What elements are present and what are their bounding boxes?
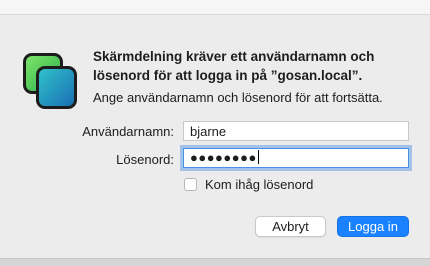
remember-password-checkbox[interactable]	[184, 178, 197, 191]
sheet-top-edge	[0, 0, 430, 15]
password-field[interactable]: ●●●●●●●●	[183, 148, 409, 168]
cancel-button[interactable]: Avbryt	[255, 216, 326, 237]
text-caret	[257, 150, 259, 164]
username-label: Användarnamn:	[82, 124, 174, 139]
screen-sharing-icon	[23, 53, 77, 109]
username-field[interactable]	[183, 121, 409, 141]
password-label: Lösenord:	[116, 152, 174, 167]
dialog-subtitle: Ange användarnamn och lösenord för att f…	[93, 90, 383, 105]
remember-password-label[interactable]: Kom ihåg lösenord	[205, 177, 313, 193]
password-mask: ●●●●●●●●	[190, 150, 257, 165]
login-button[interactable]: Logga in	[337, 216, 409, 237]
dialog-title: Skärmdelning kräver ett användarnamn och…	[93, 49, 375, 83]
